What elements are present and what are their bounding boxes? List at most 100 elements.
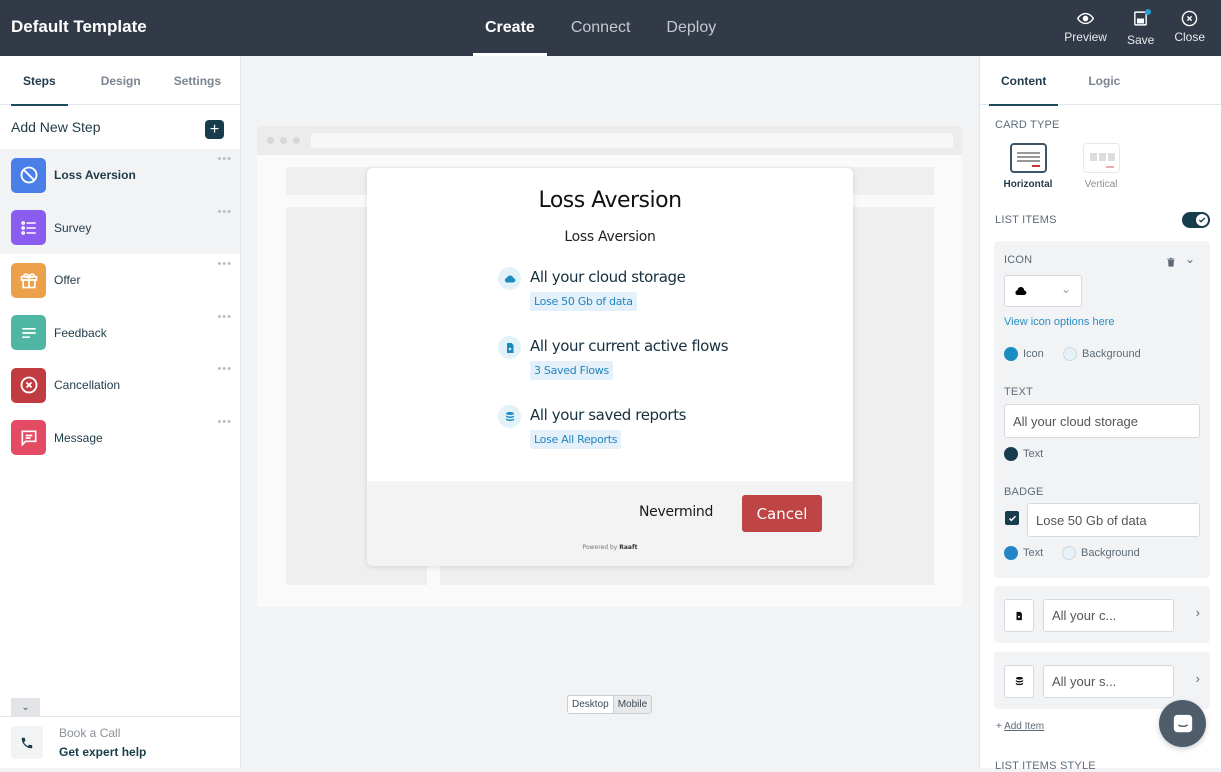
close-button[interactable]: Close <box>1174 10 1205 47</box>
text-label: TEXT <box>1004 386 1033 398</box>
add-step-button[interactable]: + <box>205 120 224 139</box>
preview-label: Preview <box>1064 30 1107 44</box>
step-feedback[interactable]: Feedback ••• <box>0 307 240 360</box>
chat-icon <box>11 420 46 456</box>
step-loss-aversion[interactable]: Loss Aversion ••• <box>0 149 240 202</box>
add-step-row: Add New Step + <box>0 105 240 149</box>
card-type-caption: Horizontal <box>1003 179 1053 190</box>
powered-prefix: Powered by <box>582 544 618 551</box>
card-type-horizontal[interactable]: Horizontal <box>1003 143 1053 190</box>
close-circle-icon <box>1181 10 1198 27</box>
item-text-value: All your c... <box>1052 608 1117 623</box>
add-item-link[interactable]: + Add Item <box>996 721 1044 732</box>
check-icon <box>1196 214 1208 226</box>
badge-text-input[interactable]: Lose 50 Gb of data <box>1027 503 1200 537</box>
top-bar: Default Template Create Connect Deploy P… <box>0 0 1221 56</box>
step-cancellation[interactable]: Cancellation ••• <box>0 359 240 412</box>
list-items-toggle[interactable] <box>1182 212 1210 228</box>
item-text-input[interactable]: All your s... <box>1043 665 1174 698</box>
tab-design[interactable]: Design <box>101 56 141 105</box>
mobile-button[interactable]: Mobile <box>613 696 652 713</box>
view-icon-options-link[interactable]: View icon options here <box>1004 316 1114 328</box>
file-icon[interactable] <box>1004 599 1034 632</box>
main-tabs: Create Connect Deploy <box>473 0 740 56</box>
step-label: Message <box>54 430 103 445</box>
more-icon[interactable]: ••• <box>217 258 232 270</box>
badge-checkbox[interactable] <box>1005 511 1019 525</box>
item-badge: 3 Saved Flows <box>530 361 613 380</box>
step-offer[interactable]: Offer ••• <box>0 254 240 307</box>
icon-select[interactable]: ⌄ <box>1004 275 1082 307</box>
tab-settings[interactable]: Settings <box>174 56 221 105</box>
modal-title: Loss Aversion <box>538 188 682 213</box>
chevron-down-icon: ⌄ <box>21 702 30 713</box>
template-title: Default Template <box>11 17 147 36</box>
tab-deploy[interactable]: Deploy <box>654 0 728 56</box>
save-button[interactable]: Save <box>1126 9 1155 47</box>
modal-subtitle: Loss Aversion <box>564 229 656 245</box>
more-icon[interactable]: ••• <box>217 311 232 323</box>
preview-button[interactable]: Preview <box>1064 10 1107 47</box>
nevermind-button[interactable]: Nevermind <box>639 504 713 520</box>
cloud-icon <box>1015 286 1027 296</box>
powered-brand: Raaft <box>619 544 638 551</box>
text-color-swatch <box>1004 447 1018 461</box>
modal-footer: Nevermind Cancel Powered by Raaft <box>367 481 853 566</box>
text-color-radio[interactable]: Text <box>1004 447 1043 461</box>
chevron-down-icon[interactable]: ⌄ <box>1185 252 1195 266</box>
card-type-vertical[interactable]: Vertical <box>1076 143 1126 190</box>
radio-label: Background <box>1082 348 1141 360</box>
icon-label: ICON <box>1004 254 1033 266</box>
right-tabs: Content Logic <box>980 56 1221 106</box>
save-label: Save <box>1126 33 1155 47</box>
tab-connect[interactable]: Connect <box>559 0 643 56</box>
item-text: All your current active flows <box>530 337 729 355</box>
chat-support-button[interactable] <box>1159 700 1206 747</box>
chat-icon <box>1173 714 1192 732</box>
right-panel: Content Logic CARD TYPE Horizontal Verti… <box>979 56 1221 772</box>
tab-content[interactable]: Content <box>989 56 1059 106</box>
get-help-link[interactable]: Get expert help <box>59 745 146 759</box>
trash-icon[interactable] <box>1166 255 1176 273</box>
badge-text-color-radio[interactable]: Text <box>1004 546 1043 560</box>
left-sidebar: Steps Design Settings Add New Step + Los… <box>0 56 241 768</box>
more-icon[interactable]: ••• <box>217 153 232 165</box>
desktop-button[interactable]: Desktop <box>568 696 614 713</box>
more-icon[interactable]: ••• <box>217 206 232 218</box>
step-survey[interactable]: Survey ••• <box>0 201 240 254</box>
text-input-value: All your cloud storage <box>1013 413 1139 429</box>
device-toggle: Desktop Mobile <box>567 695 653 714</box>
step-message[interactable]: Message ••• <box>0 412 240 465</box>
x-circle-icon <box>11 367 46 403</box>
vertical-layout-icon <box>1082 143 1120 173</box>
icon-background-radio[interactable]: Background <box>1063 347 1141 361</box>
more-icon[interactable]: ••• <box>217 416 232 428</box>
icon-color-radio[interactable]: Icon <box>1004 347 1044 361</box>
item-text-input[interactable]: All your cloud storage <box>1004 404 1200 438</box>
loss-aversion-modal: Loss Aversion Loss Aversion All your clo… <box>367 168 853 566</box>
tab-steps[interactable]: Steps <box>11 56 68 106</box>
card-type-label: CARD TYPE <box>995 119 1060 131</box>
item-text-input[interactable]: All your c... <box>1043 599 1174 632</box>
eye-icon <box>1077 12 1095 25</box>
plus-icon: + <box>209 121 220 138</box>
more-icon[interactable]: ••• <box>217 363 232 375</box>
list-item-collapsed[interactable]: All your c... › <box>994 586 1210 643</box>
radio-label: Background <box>1081 547 1140 559</box>
phone-icon <box>11 726 43 759</box>
book-call-label: Book a Call <box>59 726 121 740</box>
item-text: All your saved reports <box>530 406 687 424</box>
tab-create[interactable]: Create <box>473 0 547 56</box>
step-label: Survey <box>54 220 92 235</box>
database-icon[interactable] <box>1004 665 1034 698</box>
left-tabs: Steps Design Settings <box>0 56 240 106</box>
window-dot <box>280 137 287 144</box>
badge-background-radio[interactable]: Background <box>1062 546 1140 560</box>
step-label: Feedback <box>54 325 107 340</box>
chevron-right-icon[interactable]: › <box>1196 605 1200 620</box>
tab-logic[interactable]: Logic <box>1076 56 1132 105</box>
collapse-button[interactable]: ⌄ <box>11 698 40 717</box>
chevron-right-icon[interactable]: › <box>1196 671 1200 686</box>
book-call[interactable]: Book a Call Get expert help <box>0 716 240 768</box>
cancel-button[interactable]: Cancel <box>742 495 822 532</box>
